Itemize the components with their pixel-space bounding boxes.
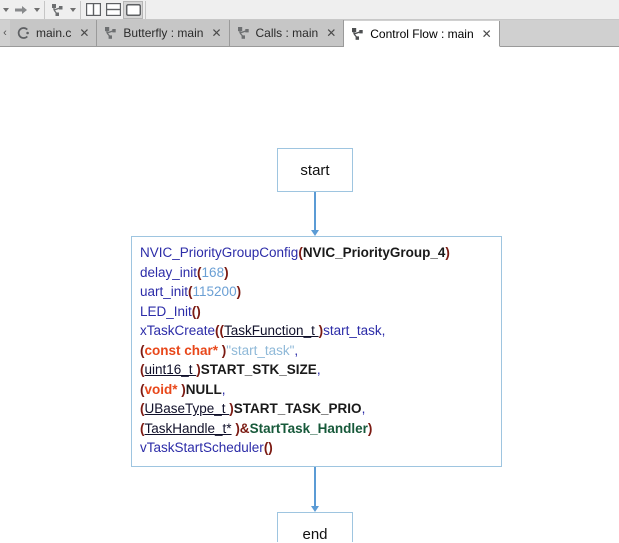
code-token: start_task,: [323, 323, 386, 338]
chevron-down-icon: [69, 7, 76, 12]
node-graph-icon: [52, 3, 63, 16]
prev-dropdown-caret[interactable]: [0, 1, 11, 19]
code-token: uart_init: [140, 284, 189, 299]
single-pane-button[interactable]: [123, 0, 143, 19]
code-line: LED_Init(): [140, 302, 494, 322]
control-flow-graph-canvas[interactable]: start NVIC_PriorityGroupConfig(NVIC_Prio…: [0, 47, 619, 542]
single-pane-icon: [125, 3, 141, 16]
tab-label: Calls : main: [255, 26, 319, 40]
code-token: ,: [221, 381, 226, 397]
graph-layout-dropdown[interactable]: [67, 1, 78, 19]
c-source-icon: [17, 27, 29, 39]
code-token: ): [236, 284, 242, 299]
code-token: ): [224, 264, 229, 280]
code-line: (TaskHandle_t* )&StartTask_Handler): [140, 419, 494, 439]
tab-scroll-left-button[interactable]: ‹: [0, 20, 10, 46]
code-line: (uint16_t )START_STK_SIZE,: [140, 360, 494, 380]
step-arrow-button[interactable]: [11, 1, 31, 19]
tab-calls-main[interactable]: Calls : main ✕: [229, 20, 345, 46]
code-token: LED_Init: [140, 303, 192, 319]
code-line: delay_init(168): [140, 263, 494, 283]
code-token: *: [172, 381, 182, 397]
tab-butterfly-main[interactable]: Butterfly : main ✕: [97, 20, 230, 46]
split-horizontal-button[interactable]: [103, 1, 123, 19]
code-token: 115200: [192, 284, 237, 299]
tab-label: Butterfly : main: [123, 26, 204, 40]
step-arrow-dropdown[interactable]: [31, 1, 42, 19]
graph-node-start[interactable]: start: [277, 148, 353, 192]
toolbar-separator-3: [145, 0, 146, 19]
code-line: (const char* )"start_task",: [140, 341, 494, 361]
graph-node-statement-block[interactable]: NVIC_PriorityGroupConfig(NVIC_PriorityGr…: [131, 236, 502, 467]
code-token: "start_task": [226, 342, 295, 358]
code-token: ,: [361, 401, 366, 416]
code-token: vTaskStartScheduler: [140, 440, 264, 455]
code-token: ,: [294, 342, 299, 358]
code-token: NULL: [185, 381, 222, 397]
code-token: ((: [215, 323, 225, 338]
code-token: xTaskCreate: [140, 323, 216, 338]
tab-close-icon[interactable]: ✕: [211, 27, 221, 39]
code-line: (void* )NULL,: [140, 380, 494, 400]
toolbar-group-graph: [47, 0, 78, 20]
code-token: (): [263, 440, 273, 455]
tab-label: Control Flow : main: [370, 26, 474, 41]
code-line: uart_init(115200): [140, 282, 494, 302]
graph-node-icon: [237, 27, 249, 39]
connector-start-to-code: [314, 192, 316, 232]
code-line: (UBaseType_t )START_TASK_PRIO,: [140, 399, 494, 419]
code-token: *: [212, 342, 222, 358]
code-token: ,: [316, 362, 321, 377]
split-horizontal-icon: [105, 3, 121, 16]
code-token: TaskHandle_t*: [144, 420, 232, 436]
code-token: TaskFunction_t: [224, 323, 319, 338]
tab-close-icon[interactable]: ✕: [326, 27, 336, 39]
code-line: vTaskStartScheduler(): [140, 438, 494, 458]
code-token: 168: [201, 264, 225, 280]
code-token: ): [445, 245, 450, 260]
code-token: NVIC_PriorityGroupConfig: [140, 245, 299, 260]
editor-tab-bar: ‹ main.c ✕ Butterfly : main ✕ Calls : ma…: [0, 20, 619, 47]
graph-layout-button[interactable]: [47, 1, 67, 19]
tab-close-icon[interactable]: ✕: [79, 27, 89, 39]
connector-code-to-end: [314, 467, 316, 508]
toolbar-separator-1: [44, 0, 45, 19]
right-arrow-icon: [15, 5, 27, 14]
graph-node-start-label: start: [300, 161, 330, 179]
code-token: StartTask_Handler: [249, 420, 368, 436]
code-token: START_STK_SIZE: [200, 362, 317, 377]
code-token: UBaseType_t: [144, 401, 230, 416]
code-token: START_TASK_PRIO: [233, 401, 362, 416]
code-token: (): [191, 303, 201, 319]
code-line: NVIC_PriorityGroupConfig(NVIC_PriorityGr…: [140, 243, 494, 263]
code-token: const char: [144, 342, 213, 358]
chevron-down-icon: [2, 7, 9, 12]
graph-node-end-label: end: [302, 525, 328, 543]
tab-control-flow-main[interactable]: Control Flow : main ✕: [344, 21, 500, 47]
graph-node-end[interactable]: end: [277, 512, 353, 542]
code-token: )&: [231, 420, 250, 436]
graph-node-icon: [105, 27, 117, 39]
tab-close-icon[interactable]: ✕: [482, 28, 492, 40]
code-line: xTaskCreate((TaskFunction_t )start_task,: [140, 321, 494, 341]
tab-main-c[interactable]: main.c ✕: [10, 20, 98, 46]
toolbar-group-panes: [83, 0, 143, 20]
code-token: void: [144, 381, 173, 397]
code-token: delay_init: [140, 264, 198, 280]
toolbar-separator-2: [80, 0, 81, 19]
chevron-down-icon: [33, 7, 40, 12]
tab-label: main.c: [36, 26, 72, 40]
toolbar-group-navigation: [0, 0, 42, 20]
split-vertical-icon: [85, 3, 101, 16]
split-vertical-button[interactable]: [83, 1, 103, 19]
code-token: uint16_t: [144, 362, 197, 377]
toolbar: [0, 0, 619, 20]
graph-node-icon: [352, 27, 363, 40]
code-token: NVIC_PriorityGroup_4: [302, 245, 446, 260]
code-token: ): [367, 420, 373, 436]
